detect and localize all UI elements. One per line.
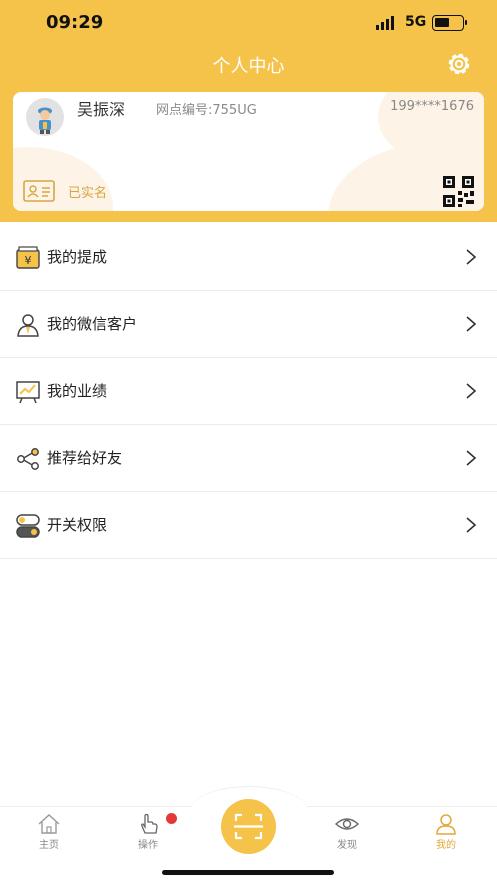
network-type: 5G xyxy=(405,14,427,30)
avatar[interactable] xyxy=(26,98,64,136)
tab-label: 主页 xyxy=(39,840,59,851)
notification-badge xyxy=(166,813,177,824)
qr-code-icon[interactable] xyxy=(443,176,474,207)
tab-label: 发现 xyxy=(337,840,357,851)
commission-icon: ¥ xyxy=(16,246,40,269)
outlet-number: 网点编号:755UG xyxy=(156,103,257,118)
menu-item-commission[interactable]: ¥ 我的提成 xyxy=(0,224,497,291)
share-icon xyxy=(17,448,39,470)
tab-home[interactable]: 主页 xyxy=(19,806,79,856)
scan-button[interactable] xyxy=(221,799,276,854)
tab-mine[interactable]: 我的 xyxy=(416,806,476,856)
status-bar: 09:29 5G xyxy=(0,0,497,46)
home-icon xyxy=(38,814,60,834)
chevron-right-icon xyxy=(466,316,477,332)
hand-pointer-icon xyxy=(141,813,158,834)
profile-card[interactable]: 吴振深 网点编号:755UG 199****1676 已实名 xyxy=(13,92,484,211)
tab-label: 操作 xyxy=(138,840,158,851)
chevron-right-icon xyxy=(466,383,477,399)
worker-avatar-icon xyxy=(38,107,52,134)
wechat-customer-icon xyxy=(17,314,39,337)
menu-item-label: 我的提成 xyxy=(47,248,108,266)
menu-item-toggle-permissions[interactable]: 开关权限 xyxy=(0,492,497,559)
settings-gear-icon[interactable] xyxy=(444,49,474,79)
id-card-icon xyxy=(23,180,55,202)
home-indicator xyxy=(162,870,334,875)
battery-icon xyxy=(432,15,467,31)
signal-icon xyxy=(376,16,394,30)
menu-item-label: 推荐给好友 xyxy=(47,449,123,467)
user-icon xyxy=(436,814,456,835)
eye-icon xyxy=(334,818,360,830)
menu-item-label: 开关权限 xyxy=(47,516,108,534)
user-name: 吴振深 xyxy=(77,100,126,119)
scan-icon xyxy=(234,813,263,840)
chevron-right-icon xyxy=(466,249,477,265)
menu-item-label: 我的微信客户 xyxy=(47,315,138,333)
status-time: 09:29 xyxy=(46,12,104,33)
chevron-right-icon xyxy=(466,517,477,533)
toggle-permission-icon xyxy=(16,514,40,538)
tab-discover[interactable]: 发现 xyxy=(317,806,377,856)
menu-item-recommend-friends[interactable]: 推荐给好友 xyxy=(0,425,497,492)
performance-chart-icon xyxy=(16,381,40,404)
menu-item-label: 我的业绩 xyxy=(47,382,108,400)
verified-status: 已实名 xyxy=(68,186,108,201)
menu-item-wechat-customers[interactable]: 我的微信客户 xyxy=(0,291,497,358)
chevron-right-icon xyxy=(466,450,477,466)
page-title: 个人中心 xyxy=(212,56,285,77)
menu-list: ¥ 我的提成 我的微信客户 我的业绩 推荐给好友 开关权限 xyxy=(0,224,497,559)
menu-item-performance[interactable]: 我的业绩 xyxy=(0,358,497,425)
tab-label: 我的 xyxy=(436,840,456,851)
svg-text:¥: ¥ xyxy=(25,254,32,267)
phone-number: 199****1676 xyxy=(390,99,474,114)
